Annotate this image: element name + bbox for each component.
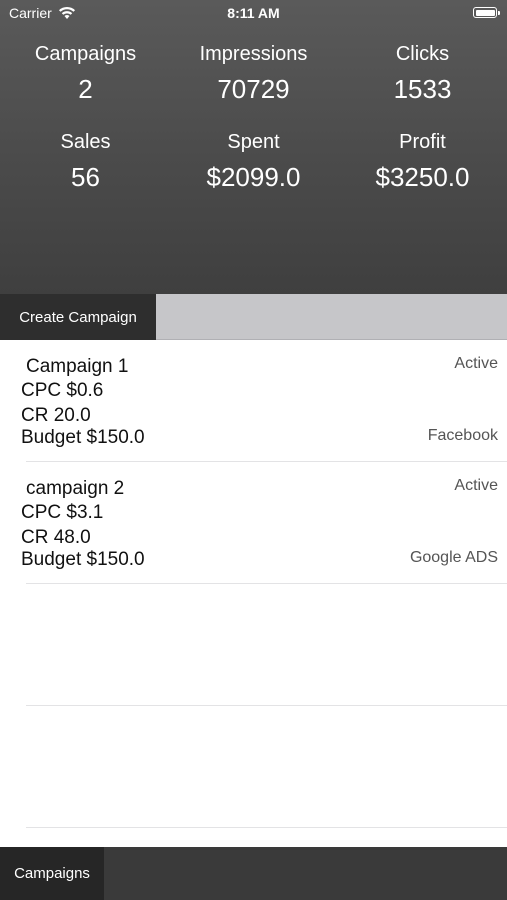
campaign-cr: CR 20.0 [21,405,91,426]
stat-clicks: Clicks 1533 [338,42,507,104]
stat-profit: Profit $3250.0 [338,130,507,192]
create-campaign-button[interactable]: Create Campaign [0,294,156,340]
list-item[interactable]: Campaign 1 CPC $0.6 CR 20.0 Budget $150.… [0,340,507,462]
empty-row [0,706,507,828]
status-bar: Carrier 8:11 AM [0,0,507,28]
stat-value: 2 [78,74,93,104]
campaign-name: campaign 2 [26,478,125,499]
tab-bar: Campaigns [0,847,507,900]
stat-campaigns: Campaigns 2 [1,42,170,104]
stat-value: 56 [71,162,100,192]
campaign-status: Active [454,477,498,494]
stat-sales: Sales 56 [1,130,170,192]
stat-label: Sales [60,131,111,153]
stat-label: Clicks [395,43,450,65]
campaign-cpc: CPC $0.6 [21,380,104,401]
campaign-platform: Facebook [427,427,498,444]
stat-label: Profit [399,131,446,153]
empty-row [0,584,507,706]
stat-label: Spent [227,131,280,153]
campaign-list: Campaign 1 CPC $0.6 CR 20.0 Budget $150.… [0,340,507,828]
stat-value: $3250.0 [375,162,470,192]
campaign-cpc: CPC $3.1 [21,502,104,523]
stat-value: 1533 [393,74,452,104]
campaign-budget: Budget $150.0 [21,549,145,570]
stats-header: Carrier 8:11 AM Campaigns 2 Impressions … [0,0,507,294]
tab-campaigns[interactable]: Campaigns [0,847,104,900]
list-item[interactable]: campaign 2 CPC $3.1 CR 48.0 Budget $150.… [0,462,507,584]
battery-icon [473,7,500,18]
stat-value: $2099.0 [206,162,301,192]
campaign-cr: CR 48.0 [21,527,91,548]
stat-value: 70729 [217,74,290,104]
campaign-name: Campaign 1 [26,356,129,377]
stat-label: Impressions [199,43,308,65]
stat-impressions: Impressions 70729 [169,42,338,104]
campaign-status: Active [454,355,498,372]
stat-spent: Spent $2099.0 [169,130,338,192]
row-divider [26,827,507,828]
campaign-platform: Google ADS [409,549,498,566]
clock-time: 8:11 AM [227,5,280,21]
toolbar: Create Campaign [0,294,507,340]
campaign-budget: Budget $150.0 [21,427,145,448]
stat-label: Campaigns [34,43,137,65]
